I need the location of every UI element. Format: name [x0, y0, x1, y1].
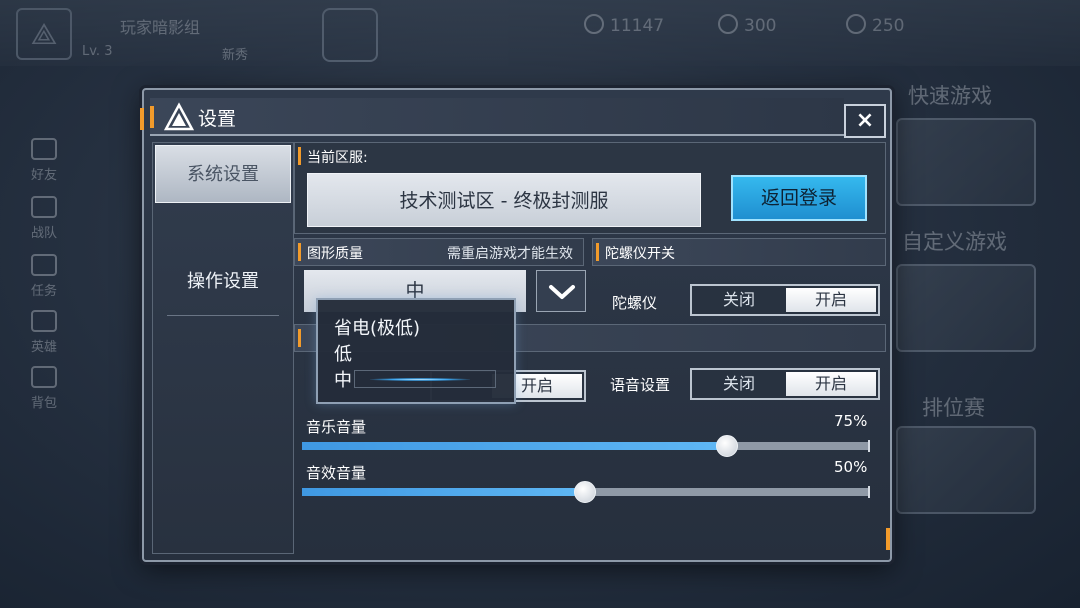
currency-diamond: 300 — [718, 14, 776, 36]
dialog-header: 设置 — [150, 98, 844, 136]
team-icon — [31, 196, 57, 218]
voice-on-option[interactable]: 开启 — [786, 372, 876, 396]
sfx-volume-knob[interactable] — [574, 481, 596, 503]
sfx-volume-slider[interactable] — [302, 481, 870, 503]
game-logo-icon: ⟁ — [16, 8, 72, 60]
graphics-quality-heading: 图形质量 — [307, 246, 363, 262]
server-panel: 当前区服: 技术测试区 - 终极封测服 返回登录 — [294, 142, 886, 234]
player-name: 玩家暗影组 — [120, 18, 201, 37]
settings-dialog: 设置 × 系统设置 操作设置 当前区服: 技术测试区 - 终极封测服 返回登录 … — [140, 88, 892, 562]
sfx-volume-label: 音效音量 — [306, 464, 367, 482]
graphics-quality-header: 图形质量 需重启游戏才能生效 — [294, 238, 584, 266]
lobby-menu-tasks: 任务 — [14, 254, 74, 299]
gold-coin-icon — [584, 14, 604, 34]
music-volume-percent: 75% — [834, 412, 868, 430]
nav-item-control-settings[interactable]: 操作设置 — [155, 253, 291, 311]
lobby-menu-heroes: 英雄 — [14, 310, 74, 355]
gyro-label: 陀螺仪 — [612, 294, 658, 312]
sfx-volume-fill — [302, 488, 585, 496]
shop-icon — [322, 8, 378, 62]
server-heading: 当前区服: — [307, 150, 368, 166]
gyro-on-option[interactable]: 开启 — [786, 288, 876, 312]
quality-option-power-saving[interactable]: 省电(极低) — [334, 314, 420, 340]
nav-divider — [167, 315, 279, 316]
currency-gold: 11147 — [584, 14, 664, 36]
mode-custom-label: 自定义游戏 — [902, 230, 1007, 254]
graphics-quality-dropdown: 省电(极低) 低 中 — [316, 298, 516, 404]
mode-quick-card — [896, 118, 1036, 206]
gyro-off-option[interactable]: 关闭 — [694, 288, 784, 312]
diamond-icon — [718, 14, 738, 34]
player-tag: 新秀 — [222, 48, 249, 63]
restart-required-note: 需重启游戏才能生效 — [447, 246, 573, 262]
lobby-menu-friends: 好友 — [14, 138, 74, 183]
settings-nav: 系统设置 操作设置 — [152, 142, 294, 554]
chevron-down-icon — [549, 285, 575, 299]
mode-ranked-label: 排位赛 — [922, 396, 985, 420]
lobby-menu-bag: 背包 — [14, 366, 74, 411]
music-volume-knob[interactable] — [715, 435, 738, 457]
voice-toggle[interactable]: 关闭 开启 — [690, 368, 880, 400]
voice-settings-label: 语音设置 — [610, 376, 671, 394]
dialog-title: 设置 — [198, 108, 237, 130]
friends-icon — [31, 138, 57, 160]
currency-ticket: 250 — [846, 14, 904, 36]
voice-off-option[interactable]: 关闭 — [694, 372, 784, 396]
sfx-volume-percent: 50% — [834, 458, 868, 476]
current-server-value: 技术测试区 - 终极封测服 — [307, 173, 701, 227]
gyro-header: 陀螺仪开关 — [592, 238, 886, 266]
music-volume-fill — [302, 442, 727, 450]
ticket-icon — [846, 14, 866, 34]
gyro-toggle[interactable]: 关闭 开启 — [690, 284, 880, 316]
quality-option-medium[interactable]: 中 — [334, 366, 352, 392]
music-volume-label: 音乐音量 — [306, 418, 367, 436]
mode-custom-card — [896, 264, 1036, 352]
selection-glow — [370, 378, 470, 381]
mode-quick-label: 快速游戏 — [908, 84, 992, 108]
bag-icon — [31, 366, 57, 388]
quality-option-low[interactable]: 低 — [334, 340, 352, 366]
tasks-icon — [31, 254, 57, 276]
music-volume-slider[interactable] — [302, 435, 870, 457]
player-level: Lv. 3 — [82, 44, 113, 59]
gyro-heading: 陀螺仪开关 — [605, 246, 675, 262]
lobby-menu-team: 战队 — [14, 196, 74, 241]
close-button[interactable]: × — [844, 104, 886, 138]
nav-item-system-settings[interactable]: 系统设置 — [155, 145, 291, 203]
game-emblem-icon — [164, 102, 194, 131]
back-to-login-button[interactable]: 返回登录 — [731, 175, 867, 221]
heroes-icon — [31, 310, 57, 332]
mode-ranked-card — [896, 426, 1036, 514]
graphics-quality-dropdown-button[interactable] — [536, 270, 586, 312]
